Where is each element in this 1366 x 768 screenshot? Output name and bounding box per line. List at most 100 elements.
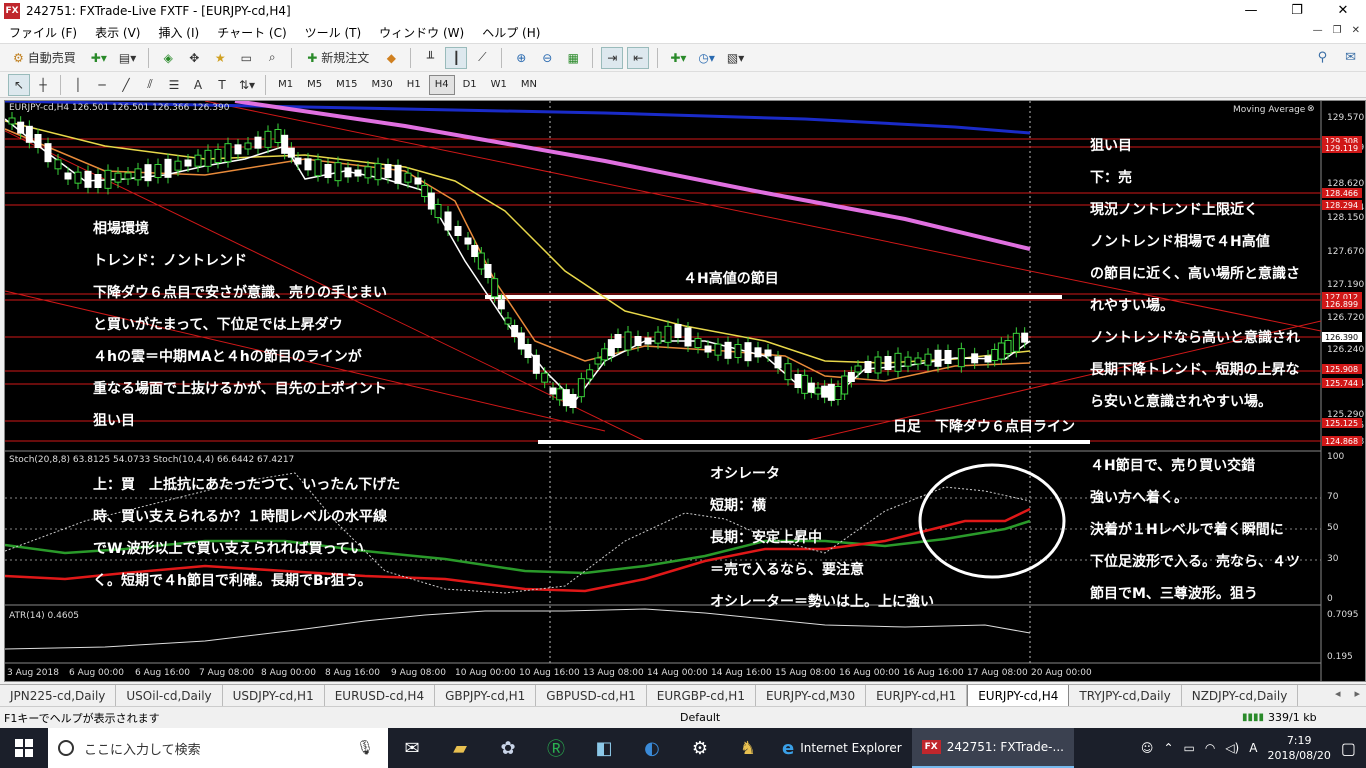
wifi-icon[interactable]: ◠	[1205, 741, 1215, 755]
mdi-close-button[interactable]: ✕	[1352, 25, 1360, 36]
tile-windows-button[interactable]: ▦	[562, 47, 584, 69]
fibonacci-button[interactable]: ☰	[163, 74, 185, 96]
tab-nzdjpy-daily[interactable]: NZDJPY-cd,Daily	[1182, 684, 1299, 707]
chart-window[interactable]: 129.570 129.119 128.620 128.294 128.150 127.6…	[4, 100, 1366, 682]
tab-eurjpy-m30[interactable]: EURJPY-cd,M30	[756, 684, 867, 707]
horizontal-line-button[interactable]: ─	[91, 74, 113, 96]
tab-tryjpy-daily[interactable]: TRYJPY-cd,Daily	[1069, 684, 1182, 707]
notes-app[interactable]: ◧	[580, 728, 628, 768]
menu-help[interactable]: ヘルプ (H)	[473, 24, 549, 41]
mail-app[interactable]: ✉	[388, 728, 436, 768]
people-icon[interactable]: ☺	[1141, 741, 1154, 755]
store-app[interactable]: ♞	[724, 728, 772, 768]
start-button[interactable]	[0, 728, 48, 768]
taskbar-search[interactable]: ここに入力して検索 🎙	[48, 728, 388, 768]
chat-icon[interactable]: ✉	[1345, 50, 1356, 65]
battery-icon[interactable]: ▭	[1184, 741, 1195, 755]
auto-trade-button[interactable]: ⚙ 自動売買	[6, 47, 83, 69]
tab-scroll-left-icon[interactable]: ◂	[1335, 687, 1341, 700]
settings-app[interactable]: ⚙	[676, 728, 724, 768]
paint-app[interactable]: ✿	[484, 728, 532, 768]
text-button[interactable]: A	[187, 74, 209, 96]
notifications-icon[interactable]: ▢	[1341, 739, 1356, 758]
mdi-minimize-button[interactable]: —	[1313, 25, 1323, 36]
tab-gbpusd-h1[interactable]: GBPUSD-cd,H1	[536, 684, 647, 707]
periods-button[interactable]: ◷▾	[694, 47, 719, 69]
title-bar: FX 242751: FXTrade-Live FXTF - [EURJPY-c…	[0, 0, 1366, 22]
chart-shift-button[interactable]: ⇤	[627, 46, 650, 69]
timeframe-m30[interactable]: M30	[365, 75, 398, 95]
new-chart-button[interactable]: ✚▾	[87, 47, 111, 69]
timeframe-m15[interactable]: M15	[330, 75, 363, 95]
mt4-taskbar-app[interactable]: FX 242751: FXTrade-...	[911, 728, 1074, 768]
crosshair-button[interactable]: ┼	[32, 74, 54, 96]
zoom-in-button[interactable]: ⊕	[510, 47, 532, 69]
indicator-close-icon[interactable]: ⊗	[1307, 104, 1315, 114]
tab-eurgbp-h1[interactable]: EURGBP-cd,H1	[647, 684, 756, 707]
arrows-button[interactable]: ⇅▾	[235, 74, 259, 96]
line-chart-button[interactable]: ⟋	[471, 47, 493, 69]
menu-window[interactable]: ウィンドウ (W)	[370, 24, 473, 41]
rakuten-app[interactable]: Ⓡ	[532, 728, 580, 768]
explorer-app[interactable]: ▰	[436, 728, 484, 768]
menu-tools[interactable]: ツール (T)	[296, 24, 371, 41]
tab-eurjpy-h1[interactable]: EURJPY-cd,H1	[866, 684, 968, 707]
indicators-button[interactable]: ✚▾	[666, 47, 690, 69]
tab-gbpjpy-h1[interactable]: GBPJPY-cd,H1	[435, 684, 537, 707]
chevron-up-icon[interactable]: ⌃	[1163, 741, 1173, 755]
mdi-restore-button[interactable]: ❐	[1333, 25, 1342, 36]
trendline-button[interactable]: ╱	[115, 74, 137, 96]
candle-body	[904, 356, 912, 367]
channel-button[interactable]: ⫽	[139, 74, 161, 96]
clock[interactable]: 7:19 2018/08/20	[1267, 733, 1330, 763]
minimize-button[interactable]: —	[1228, 0, 1274, 22]
tab-usoil-daily[interactable]: USOil-cd,Daily	[116, 684, 223, 707]
terminal-button[interactable]: ▭	[235, 47, 257, 69]
volume-icon[interactable]: ◁)	[1225, 741, 1239, 755]
tab-usdjpy-h1[interactable]: USDJPY-cd,H1	[223, 684, 325, 707]
timeframe-w1[interactable]: W1	[485, 75, 513, 95]
price-level-label: 124.868	[1325, 437, 1358, 446]
ime-indicator[interactable]: A	[1249, 741, 1257, 755]
menu-chart[interactable]: チャート (C)	[208, 24, 295, 41]
autoscroll-button[interactable]: ⇥	[601, 46, 624, 69]
maximize-button[interactable]: ❐	[1274, 0, 1320, 22]
market-watch-button[interactable]: ◈	[157, 47, 179, 69]
tab-scroll-right-icon[interactable]: ▸	[1354, 687, 1360, 700]
cursor-button[interactable]: ↖	[8, 73, 30, 96]
tester-button[interactable]: ⌕	[261, 47, 283, 69]
profiles-button[interactable]: ▤▾	[115, 47, 140, 69]
candle-body	[764, 349, 772, 357]
toolbar-separator	[657, 47, 659, 68]
candlestick-button[interactable]: ┃	[445, 46, 468, 69]
vertical-line-button[interactable]: │	[67, 74, 89, 96]
timeframe-h1[interactable]: H1	[401, 75, 427, 95]
timeframe-d1[interactable]: D1	[457, 75, 483, 95]
time-tick-label: 6 Aug 00:00	[69, 668, 124, 678]
new-order-button[interactable]: ✚ 新規注文	[300, 47, 376, 69]
search-icon[interactable]: ⚲	[1318, 50, 1328, 65]
zoom-out-button[interactable]: ⊖	[536, 47, 558, 69]
menu-view[interactable]: 表示 (V)	[86, 24, 149, 41]
metaeditor-button[interactable]: ◆	[380, 47, 402, 69]
microphone-icon[interactable]: 🎙	[356, 740, 374, 756]
connection-status[interactable]: ▮▮▮▮ 339/1 kb	[1242, 711, 1317, 724]
label-button[interactable]: T	[211, 74, 233, 96]
timeframe-h4[interactable]: H4	[428, 74, 455, 95]
internet-explorer-app[interactable]: e Internet Explorer	[772, 728, 912, 768]
close-button[interactable]: ✕	[1320, 0, 1366, 22]
tab-eurusd-h4[interactable]: EURUSD-cd,H4	[325, 684, 436, 707]
templates-button[interactable]: ▧▾	[723, 47, 748, 69]
timeframe-mn[interactable]: MN	[515, 75, 543, 95]
tab-jpn225-daily[interactable]: JPN225-cd,Daily	[0, 684, 117, 707]
bar-chart-button[interactable]: ╨	[419, 47, 441, 69]
edge-app[interactable]: ◐	[628, 728, 676, 768]
timeframe-m1[interactable]: M1	[272, 75, 299, 95]
tab-eurjpy-h4[interactable]: EURJPY-cd,H4	[967, 684, 1070, 707]
menu-file[interactable]: ファイル (F)	[0, 24, 86, 41]
timeframe-m5[interactable]: M5	[301, 75, 328, 95]
menu-insert[interactable]: 挿入 (I)	[149, 24, 208, 41]
data-window-button[interactable]: ✥	[183, 47, 205, 69]
navigator-button[interactable]: ★	[209, 47, 231, 69]
price-level-label: 128.466	[1325, 189, 1358, 198]
